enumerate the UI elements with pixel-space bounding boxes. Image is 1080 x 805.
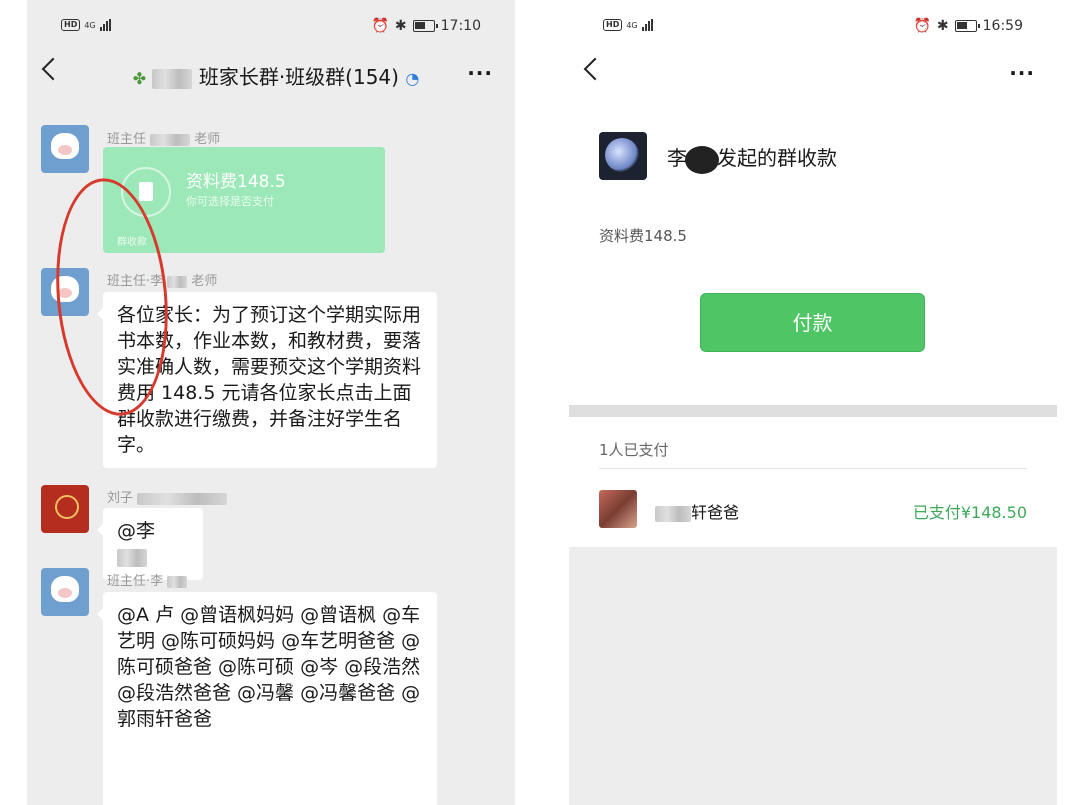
card-title: 资料费148.5 [186, 172, 286, 192]
divider [599, 468, 1027, 469]
paid-section: 1人已支付 轩爸爸 已支付¥148.50 [569, 417, 1057, 547]
bluetooth-icon: ✱ [936, 18, 949, 34]
redacted-name [167, 275, 188, 288]
payment-header: 李发起的群收款 [599, 132, 1029, 184]
battery-icon [412, 20, 438, 32]
signal-icon [99, 19, 111, 31]
hd-icon: HD [61, 19, 81, 31]
pay-button[interactable]: 付款 [700, 293, 925, 352]
paid-count: 1人已支付 [599, 441, 669, 459]
back-icon[interactable] [583, 57, 607, 81]
clover-icon: ✤ [132, 69, 147, 88]
more-icon[interactable]: ··· [467, 61, 493, 85]
alarm-icon: ⏰ [913, 18, 931, 34]
payment-item: 资料费148.5 [599, 227, 687, 245]
section-gap [569, 405, 1057, 417]
network-label: 4G [626, 20, 638, 30]
redacted-name [655, 505, 691, 522]
redacted-class-name [152, 68, 193, 89]
sender-name: 刘子 [107, 487, 228, 506]
sender-name: 班主任·李 [107, 570, 188, 589]
avatar[interactable] [41, 568, 89, 616]
nav-bar: ✤ 班家长群·班级群(154) ◔ ··· [27, 55, 515, 95]
chat-title-text: 班家长群·班级群(154) [198, 65, 399, 89]
payer-amount: 已支付¥148.50 [912, 503, 1027, 522]
redacted-name [137, 492, 228, 505]
nav-bar: ··· [569, 55, 1057, 95]
chat-title: ✤ 班家长群·班级群(154) ◔ [117, 61, 435, 90]
redacted-name [167, 575, 188, 588]
initiator-avatar [599, 132, 647, 180]
group-payment-screen: HD 4G ⏰ ✱ 16:59 ··· 李发起的群收款 资料费148.5 付款 … [569, 0, 1057, 805]
avatar[interactable] [41, 485, 89, 533]
redacted-name [685, 145, 719, 174]
signal-icon [641, 19, 653, 31]
battery-icon [954, 20, 980, 32]
bluetooth-icon: ✱ [394, 18, 407, 34]
back-icon[interactable] [41, 57, 65, 81]
group-chat-screen: HD 4G ⏰ ✱ 17:10 ✤ 班家长群·班级群(154) ◔ ··· 班主… [27, 0, 515, 805]
avatar[interactable] [41, 125, 89, 173]
payer-avatar [599, 490, 637, 528]
payer-name[interactable]: 轩爸爸 [655, 499, 739, 523]
status-time: 16:59 [982, 18, 1023, 34]
redacted-name [150, 133, 191, 146]
redacted-mention [117, 548, 147, 567]
payment-title: 李发起的群收款 [667, 142, 837, 174]
hd-icon: HD [603, 19, 623, 31]
status-bar: HD 4G ⏰ ✱ 16:59 [569, 18, 1057, 40]
card-subtitle: 你可选择是否支付 [186, 195, 274, 208]
alarm-icon: ⏰ [371, 18, 389, 34]
sender-name: 班主任 老师 [107, 132, 221, 147]
more-icon[interactable]: ··· [1009, 61, 1035, 85]
chat-search-icon: ◔ [405, 69, 420, 88]
status-bar: HD 4G ⏰ ✱ 17:10 [27, 18, 515, 40]
message-bubble: @A 卢 @曾语枫妈妈 @曾语枫 @车艺明 @陈可硕妈妈 @车艺明爸爸 @陈可硕… [97, 592, 437, 805]
status-time: 17:10 [440, 18, 481, 34]
network-label: 4G [84, 20, 96, 30]
